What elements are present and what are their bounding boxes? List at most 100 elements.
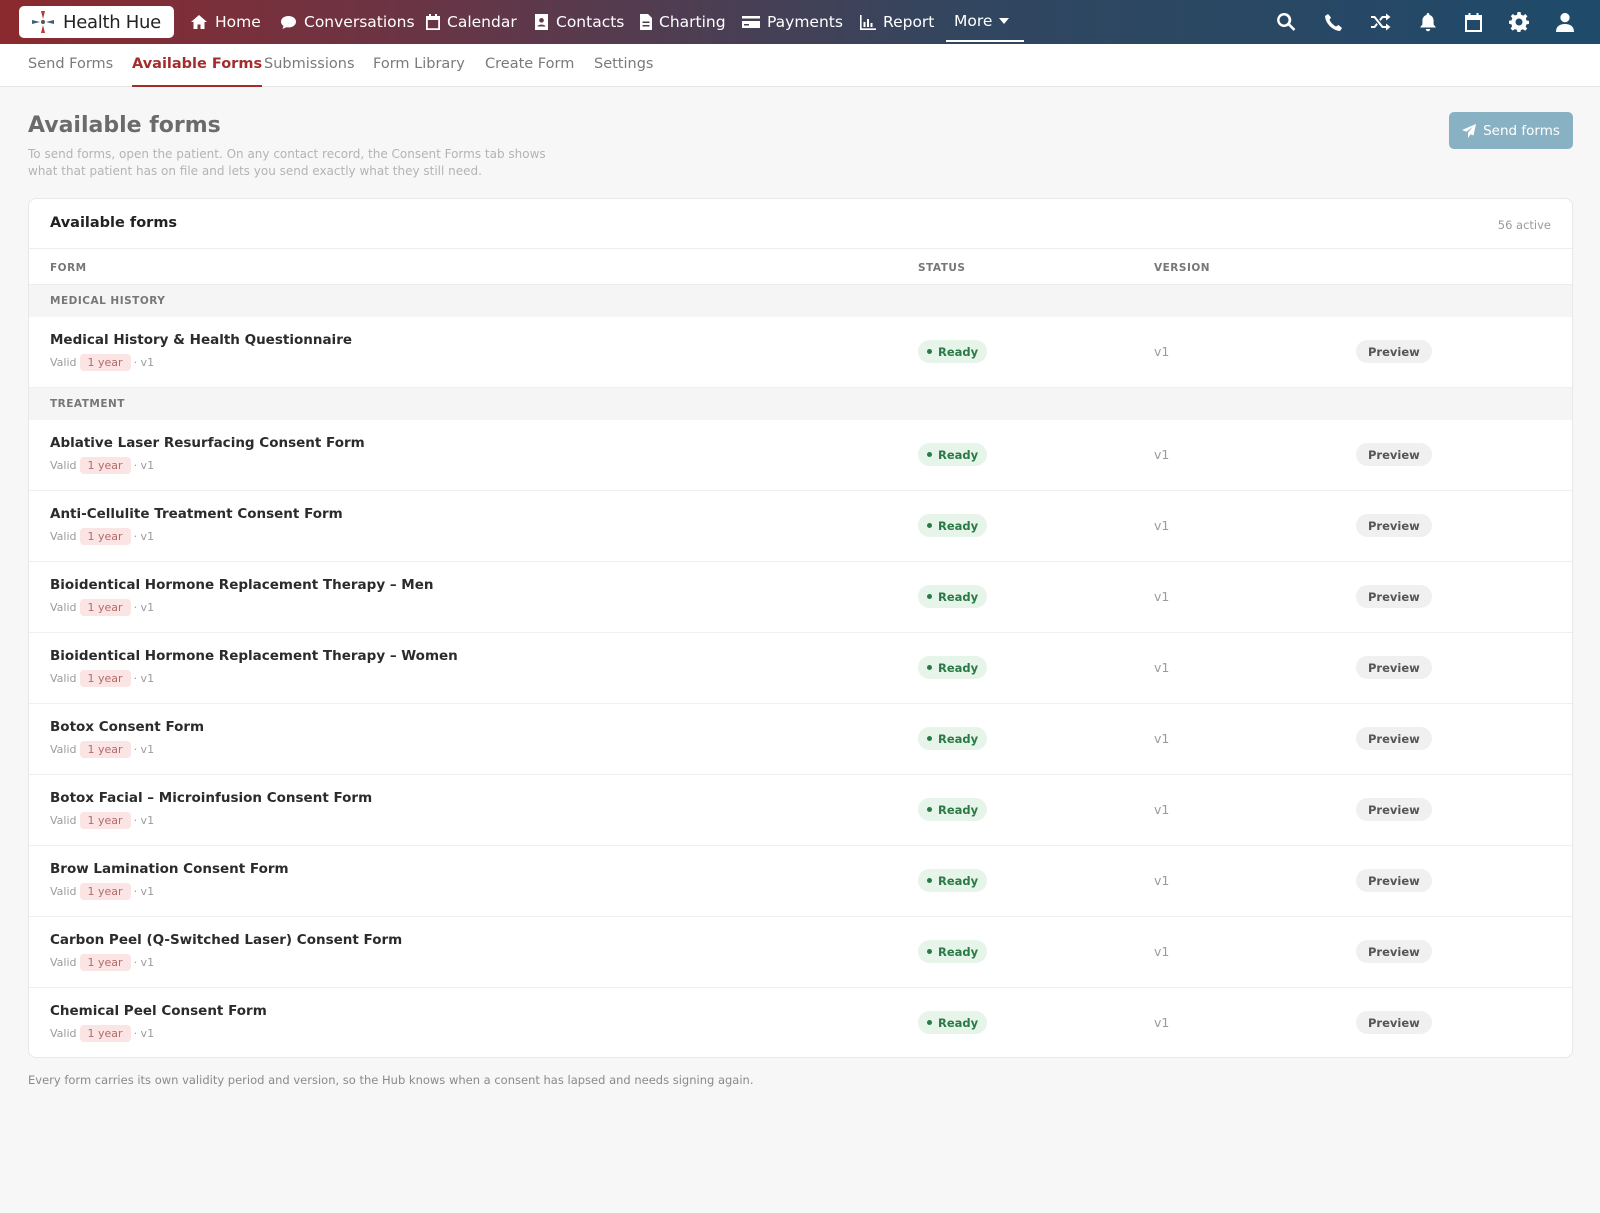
status-badge: Ready: [918, 340, 988, 363]
status-badge: Ready: [918, 443, 988, 466]
form-name[interactable]: Botox Consent Form: [50, 719, 204, 735]
meta-version: · v1: [133, 356, 155, 369]
phone-button[interactable]: [1322, 11, 1344, 33]
form-name[interactable]: Carbon Peel (Q-Switched Laser) Consent F…: [50, 932, 402, 948]
nav-report-label: Report: [883, 13, 935, 31]
form-name[interactable]: Chemical Peel Consent Form: [50, 1003, 267, 1019]
nav-charting[interactable]: Charting: [640, 0, 726, 44]
preview-button[interactable]: Preview: [1356, 1011, 1432, 1034]
valid-label: Valid: [50, 459, 77, 472]
version-value: v1: [1154, 518, 1170, 533]
status-dot-icon: [927, 949, 932, 954]
tab-available-forms[interactable]: Available Forms: [132, 44, 263, 87]
validity-badge: 1 year: [79, 1025, 131, 1042]
version-value: v1: [1154, 660, 1170, 675]
forms-subnavigation: Send Forms Available Forms Submissions F…: [0, 44, 1600, 87]
nav-payments[interactable]: Payments: [742, 0, 843, 44]
preview-button[interactable]: Preview: [1356, 727, 1432, 750]
table-row: Anti-Cellulite Treatment Consent Form Va…: [29, 491, 1572, 562]
form-name[interactable]: Bioidentical Hormone Replacement Therapy…: [50, 577, 433, 593]
notifications-button[interactable]: [1417, 11, 1439, 33]
nav-more-label: More: [954, 12, 993, 30]
send-forms-label: Send forms: [1483, 122, 1560, 139]
table-row: Medical History & Health Questionnaire V…: [29, 317, 1572, 388]
settings-button[interactable]: [1508, 11, 1530, 33]
form-name[interactable]: Medical History & Health Questionnaire: [50, 332, 352, 348]
document-icon: [640, 14, 652, 30]
version-value: v1: [1154, 589, 1170, 604]
status-text: Ready: [938, 447, 979, 462]
top-navigation-bar: Health Hue Home Conversations Calendar C…: [0, 0, 1600, 44]
status-dot-icon: [927, 665, 932, 670]
tab-send-forms[interactable]: Send Forms: [28, 44, 113, 87]
form-name[interactable]: Botox Facial – Microinfusion Consent For…: [50, 790, 372, 806]
tab-submissions[interactable]: Submissions: [264, 44, 355, 87]
valid-label: Valid: [50, 1027, 77, 1040]
preview-button[interactable]: Preview: [1356, 798, 1432, 821]
status-text: Ready: [938, 344, 979, 359]
available-forms-card: Available forms 56 active FORM STATUS VE…: [28, 198, 1573, 1058]
form-name[interactable]: Brow Lamination Consent Form: [50, 861, 289, 877]
status-text: Ready: [938, 944, 979, 959]
validity-badge: 1 year: [79, 354, 131, 371]
calendar-shortcut-button[interactable]: [1462, 11, 1484, 33]
chat-bubble-icon: [281, 15, 296, 29]
user-profile-button[interactable]: [1554, 11, 1576, 33]
form-meta: Valid 1 year · v1: [50, 599, 154, 616]
form-name[interactable]: Ablative Laser Resurfacing Consent Form: [50, 435, 365, 451]
preview-button[interactable]: Preview: [1356, 585, 1432, 608]
valid-label: Valid: [50, 601, 77, 614]
table-row: Botox Consent Form Valid 1 year · v1 Ready…: [29, 704, 1572, 775]
nav-conversations[interactable]: Conversations: [280, 0, 415, 44]
status-badge: Ready: [918, 798, 988, 821]
send-forms-button[interactable]: Send forms: [1449, 112, 1573, 149]
meta-version: · v1: [133, 743, 155, 756]
contact-card-icon: [535, 14, 548, 30]
status-badge: Ready: [918, 869, 988, 892]
preview-button[interactable]: Preview: [1356, 656, 1432, 679]
validity-badge: 1 year: [79, 599, 131, 616]
valid-label: Valid: [50, 530, 77, 543]
nav-report[interactable]: Report: [860, 0, 934, 44]
table-row: Bioidentical Hormone Replacement Therapy…: [29, 562, 1572, 633]
form-name[interactable]: Bioidentical Hormone Replacement Therapy…: [50, 648, 458, 664]
nav-calendar[interactable]: Calendar: [426, 0, 517, 44]
gear-icon: [1509, 12, 1529, 32]
shuffle-button[interactable]: [1370, 11, 1392, 33]
preview-button[interactable]: Preview: [1356, 443, 1432, 466]
table-row: Ablative Laser Resurfacing Consent Form …: [29, 420, 1572, 491]
status-badge: Ready: [918, 1011, 988, 1034]
footnote: Every form carries its own validity peri…: [28, 1073, 754, 1087]
preview-button[interactable]: Preview: [1356, 869, 1432, 892]
status-dot-icon: [927, 523, 932, 528]
form-meta: Valid 1 year · v1: [50, 528, 154, 545]
meta-version: · v1: [133, 885, 155, 898]
nav-more-dropdown[interactable]: More: [946, 2, 1025, 42]
shuffle-icon: [1371, 13, 1391, 31]
status-dot-icon: [927, 349, 932, 354]
version-value: v1: [1154, 447, 1170, 462]
valid-label: Valid: [50, 885, 77, 898]
preview-button[interactable]: Preview: [1356, 940, 1432, 963]
nav-contacts[interactable]: Contacts: [534, 0, 624, 44]
preview-button[interactable]: Preview: [1356, 514, 1432, 537]
tab-create-form[interactable]: Create Form: [485, 44, 574, 87]
brand-logo[interactable]: Health Hue: [19, 6, 174, 38]
nav-home[interactable]: Home: [190, 0, 261, 44]
form-name[interactable]: Anti-Cellulite Treatment Consent Form: [50, 506, 343, 522]
status-text: Ready: [938, 1015, 979, 1030]
meta-version: · v1: [133, 459, 155, 472]
status-badge: Ready: [918, 656, 988, 679]
tab-form-library[interactable]: Form Library: [373, 44, 465, 87]
valid-label: Valid: [50, 743, 77, 756]
search-button[interactable]: [1275, 11, 1297, 33]
tab-settings[interactable]: Settings: [594, 44, 653, 87]
page-title: Available forms: [28, 113, 221, 138]
column-header-form: FORM: [50, 262, 87, 274]
status-dot-icon: [927, 452, 932, 457]
version-value: v1: [1154, 344, 1170, 359]
version-value: v1: [1154, 944, 1170, 959]
validity-badge: 1 year: [79, 883, 131, 900]
preview-button[interactable]: Preview: [1356, 340, 1432, 363]
meta-version: · v1: [133, 1027, 155, 1040]
